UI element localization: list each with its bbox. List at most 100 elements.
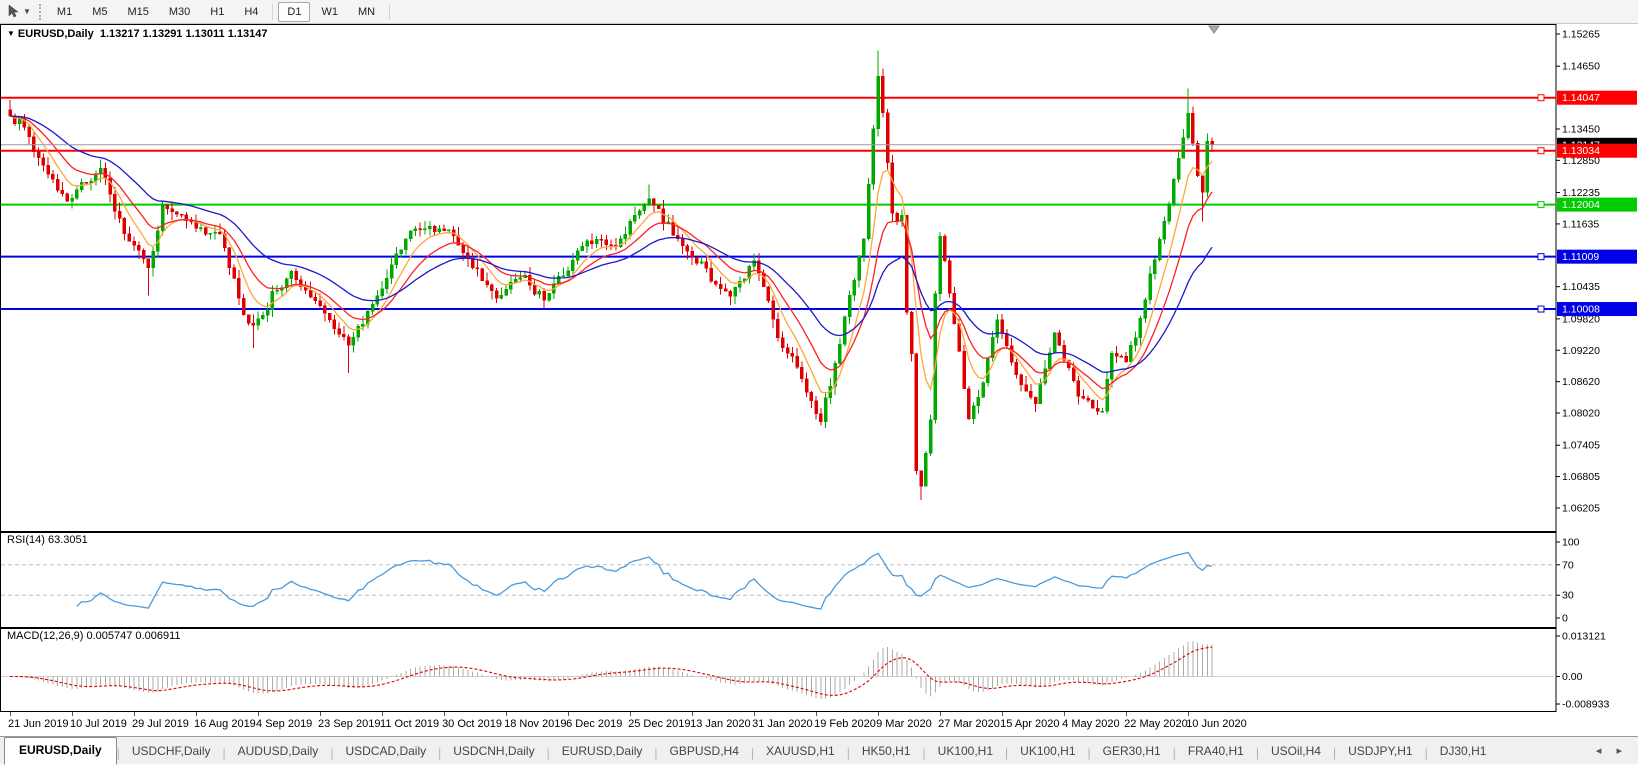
date-label: 4 Sep 2019	[256, 718, 312, 730]
tf-button-m15[interactable]: M15	[118, 2, 157, 22]
date-tick	[692, 712, 693, 716]
date-label: 29 Jul 2019	[132, 718, 189, 730]
hline-price-label: 1.12004	[1557, 198, 1637, 212]
tab-dj30-h1[interactable]: DJ30,H1	[1428, 740, 1499, 764]
svg-text:1.08020: 1.08020	[1562, 408, 1600, 420]
date-tick	[382, 712, 383, 716]
tab-scroll-arrows[interactable]: ◂ ▸	[1596, 744, 1628, 757]
date-label: 23 Sep 2019	[318, 718, 380, 730]
svg-text:1.10435: 1.10435	[1562, 281, 1600, 293]
date-axis[interactable]: 21 Jun 201910 Jul 2019 29 Jul 2019 16 Aug …	[0, 712, 1638, 736]
date-tick	[878, 712, 879, 716]
svg-text:1.13034: 1.13034	[1562, 145, 1600, 157]
cursor-tool-button[interactable]: ▼	[0, 2, 35, 22]
date-tick	[134, 712, 135, 716]
svg-text:1.06205: 1.06205	[1562, 503, 1600, 515]
tf-button-w1[interactable]: W1	[312, 2, 347, 22]
tf-button-h4[interactable]: H4	[235, 2, 267, 22]
tf-button-mn[interactable]: MN	[349, 2, 384, 22]
macd-axis[interactable]: 0.0131210.00-0.008933	[1556, 631, 1609, 711]
tf-button-h1[interactable]: H1	[201, 2, 233, 22]
date-tick	[506, 712, 507, 716]
svg-text:1.13450: 1.13450	[1562, 123, 1600, 135]
date-tick	[1126, 712, 1127, 716]
date-label: 10 Jun 2020	[1186, 718, 1247, 730]
svg-text:1.08620: 1.08620	[1562, 376, 1600, 388]
macd-indicator-pane[interactable]: 0.0131210.00-0.008933	[0, 628, 1638, 712]
date-tick	[940, 712, 941, 716]
tab-eurusd-daily[interactable]: EURUSD,Daily	[550, 740, 655, 764]
date-label: 27 Mar 2020	[938, 718, 1000, 730]
toolbar-separator	[389, 4, 390, 20]
tab-usoil-h4[interactable]: USOil,H4	[1259, 740, 1333, 764]
date-tick	[816, 712, 817, 716]
hline-price-label: 1.10008	[1557, 302, 1637, 316]
dropdown-caret-icon[interactable]: ▼	[23, 7, 31, 16]
tab-usdjpy-h1[interactable]: USDJPY,H1	[1336, 740, 1424, 764]
chart-window: 1.152651.146501.134501.128501.122351.116…	[0, 24, 1638, 736]
svg-text:0: 0	[1562, 613, 1568, 625]
svg-text:1.15265: 1.15265	[1562, 29, 1600, 41]
tab-xauusd-h1[interactable]: XAUUSD,H1	[754, 740, 847, 764]
svg-text:1.12004: 1.12004	[1562, 199, 1600, 211]
date-tick	[72, 712, 73, 716]
date-tick	[444, 712, 445, 716]
svg-text:1.14047: 1.14047	[1562, 92, 1600, 104]
tab-hk50-h1[interactable]: HK50,H1	[850, 740, 923, 764]
tf-button-d1[interactable]: D1	[278, 2, 310, 22]
rsi-axis[interactable]: 10070300	[1556, 537, 1580, 625]
svg-text:1.11635: 1.11635	[1562, 218, 1599, 230]
hline-price-label: 1.14047	[1557, 91, 1637, 105]
tab-usdchf-daily[interactable]: USDCHF,Daily	[120, 740, 223, 764]
date-tick	[320, 712, 321, 716]
date-label: 15 Apr 2020	[1000, 718, 1059, 730]
toolbar-separator	[272, 4, 273, 20]
toolbar-grip[interactable]	[39, 4, 41, 20]
cursor-tool-icon	[6, 4, 21, 19]
hline-price-label: 1.11009	[1557, 250, 1637, 264]
date-tick	[1188, 712, 1189, 716]
tf-button-m1[interactable]: M1	[48, 2, 81, 22]
tab-audusd-daily[interactable]: AUDUSD,Daily	[226, 740, 331, 764]
tab-eurusd-daily[interactable]: EURUSD,Daily	[4, 737, 117, 765]
svg-text:1.09220: 1.09220	[1562, 345, 1600, 357]
timeframe-buttons: M1M5M15M30H1H4 D1W1MN	[47, 2, 394, 22]
svg-text:0.00: 0.00	[1562, 671, 1583, 683]
date-label: 4 May 2020	[1062, 718, 1119, 730]
svg-text:1.07405: 1.07405	[1562, 440, 1600, 452]
date-label: 22 May 2020	[1124, 718, 1188, 730]
date-tick	[196, 712, 197, 716]
svg-text:1.12235: 1.12235	[1562, 187, 1600, 199]
tab-usdcnh-daily[interactable]: USDCNH,Daily	[441, 740, 546, 764]
date-label: 30 Oct 2019	[442, 718, 502, 730]
tab-fra40-h1[interactable]: FRA40,H1	[1176, 740, 1256, 764]
rsi-indicator-pane[interactable]: 10070300	[0, 532, 1638, 628]
date-label: 11 Oct 2019	[380, 718, 439, 730]
date-label: 31 Jan 2020	[752, 718, 813, 730]
date-tick	[568, 712, 569, 716]
date-label: 16 Aug 2019	[194, 718, 256, 730]
hline-price-label: 1.13034	[1557, 144, 1637, 158]
date-label: 10 Jul 2019	[70, 718, 127, 730]
date-label: 18 Nov 2019	[504, 718, 566, 730]
svg-text:30: 30	[1562, 590, 1574, 602]
svg-text:1.10008: 1.10008	[1562, 304, 1600, 316]
date-label: 25 Dec 2019	[628, 718, 690, 730]
tf-button-m30[interactable]: M30	[160, 2, 199, 22]
svg-text:70: 70	[1562, 559, 1574, 571]
toolbar: ▼ M1M5M15M30H1H4 D1W1MN	[0, 0, 1638, 24]
tab-usdcad-daily[interactable]: USDCAD,Daily	[333, 740, 438, 764]
main-chart-pane[interactable]: 1.152651.146501.134501.128501.122351.116…	[0, 24, 1638, 532]
chart-tabs-bar: EURUSD,Daily|USDCHF,Daily|AUDUSD,Daily|U…	[0, 736, 1638, 764]
tab-ger30-h1[interactable]: GER30,H1	[1091, 740, 1173, 764]
svg-text:1.06805: 1.06805	[1562, 471, 1600, 483]
date-tick	[630, 712, 631, 716]
date-label: 21 Jun 2019	[8, 718, 69, 730]
tab-uk100-h1[interactable]: UK100,H1	[926, 740, 1005, 764]
tf-button-m5[interactable]: M5	[83, 2, 116, 22]
date-tick	[1002, 712, 1003, 716]
tab-uk100-h1[interactable]: UK100,H1	[1008, 740, 1087, 764]
date-label: 13 Jan 2020	[690, 718, 751, 730]
tab-gbpusd-h4[interactable]: GBPUSD,H4	[658, 740, 751, 764]
date-label: 6 Dec 2019	[566, 718, 622, 730]
